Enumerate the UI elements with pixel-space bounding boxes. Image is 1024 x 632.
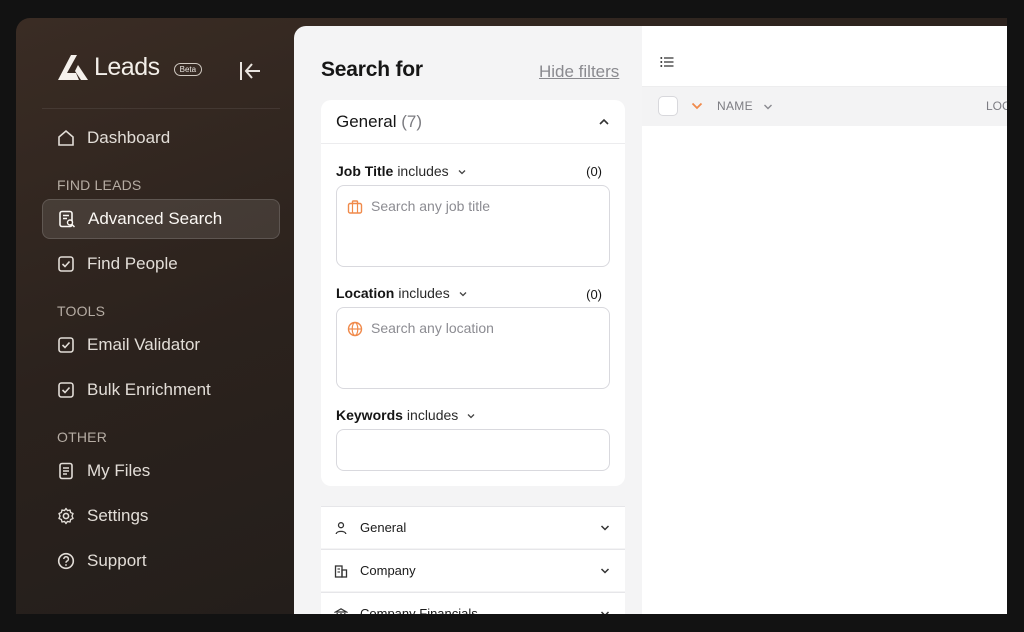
keywords-label[interactable]: Keywords includes xyxy=(336,407,476,423)
collapse-sidebar-icon[interactable] xyxy=(238,60,262,82)
sidebar-item-email-validator[interactable]: Email Validator xyxy=(42,325,280,365)
select-all-checkbox[interactable] xyxy=(658,96,678,116)
sidebar-item-dashboard[interactable]: Dashboard xyxy=(42,118,280,158)
filter-section-label: Company xyxy=(360,563,416,578)
filter-section-company[interactable]: Company xyxy=(321,549,625,591)
sidebar-item-advanced-search[interactable]: Advanced Search xyxy=(42,199,280,239)
globe-icon xyxy=(347,321,363,337)
location-label-text: Location xyxy=(336,285,395,301)
hide-filters-link[interactable]: Hide filters xyxy=(539,62,619,82)
sidebar-item-find-people[interactable]: Find People xyxy=(42,244,280,284)
person-icon xyxy=(335,521,347,534)
general-card-title: General (7) xyxy=(336,112,422,132)
location-label[interactable]: Location includes xyxy=(336,285,468,301)
chevron-down-icon[interactable] xyxy=(690,100,704,112)
keywords-input[interactable] xyxy=(336,429,610,471)
list-view-icon[interactable] xyxy=(660,56,674,68)
filters-title: Search for xyxy=(321,58,423,81)
job-title-count: (0) xyxy=(586,164,602,179)
bank-icon xyxy=(334,607,348,614)
location-mode: includes xyxy=(398,285,450,301)
beta-badge: Beta xyxy=(173,62,203,76)
sidebar-item-label: Email Validator xyxy=(87,335,201,354)
filter-section-label: General xyxy=(360,520,407,535)
briefcase-icon xyxy=(347,200,363,214)
general-filter-card: General (7) Job Title includes (0) Searc… xyxy=(321,100,625,486)
sidebar-item-label: Dashboard xyxy=(87,128,171,147)
job-title-label[interactable]: Job Title includes xyxy=(336,163,467,179)
general-card-count: (7) xyxy=(401,112,422,131)
building-icon xyxy=(334,564,348,578)
chevron-down-icon xyxy=(600,568,610,574)
sidebar-item-my-files[interactable]: My Files xyxy=(42,451,280,491)
keywords-mode: includes xyxy=(406,407,459,423)
chevron-down-icon xyxy=(459,292,467,297)
app-window: Leads Beta Dashboard FIND LEADS Advanced… xyxy=(16,18,1007,614)
results-panel: NAME LOC xyxy=(642,26,1007,614)
job-title-placeholder: Search any job title xyxy=(371,198,491,214)
job-title-label-text: Job Title xyxy=(336,163,394,179)
brand-name: Leads xyxy=(94,52,160,81)
leads-logo-icon xyxy=(58,55,88,80)
filter-section-general[interactable]: General xyxy=(321,506,625,548)
section-label-find-leads: FIND LEADS xyxy=(57,177,142,193)
file-icon xyxy=(59,462,73,480)
home-icon xyxy=(58,129,74,146)
brand: Leads Beta xyxy=(56,52,203,82)
chevron-down-icon[interactable] xyxy=(762,101,774,113)
gear-icon xyxy=(58,507,74,525)
location-count: (0) xyxy=(586,287,602,302)
general-card-title-text: General xyxy=(336,112,397,131)
chevron-down-icon xyxy=(458,170,466,175)
sidebar-item-support[interactable]: Support xyxy=(42,541,280,581)
sidebar-item-label: Support xyxy=(87,551,147,570)
sidebar-item-label: Find People xyxy=(87,254,178,273)
sidebar-item-bulk-enrichment[interactable]: Bulk Enrichment xyxy=(42,370,280,410)
section-label-tools: TOOLS xyxy=(57,303,106,319)
section-label-other: OTHER xyxy=(57,429,107,445)
location-input[interactable]: Search any location xyxy=(336,307,610,389)
chevron-down-icon xyxy=(467,414,475,419)
general-card-header[interactable]: General (7) xyxy=(321,100,625,144)
chevron-down-icon xyxy=(600,611,610,614)
job-title-mode: includes xyxy=(397,163,449,179)
column-header-name[interactable]: NAME xyxy=(717,99,753,113)
checklist-icon xyxy=(58,337,74,353)
sidebar-divider xyxy=(42,108,280,109)
sidebar: Leads Beta Dashboard FIND LEADS Advanced… xyxy=(16,18,294,614)
keywords-label-text: Keywords xyxy=(336,407,403,423)
filters-panel: Search for Hide filters General (7) Job … xyxy=(294,26,642,614)
checklist-icon xyxy=(58,382,74,398)
sidebar-item-label: Bulk Enrichment xyxy=(87,380,211,399)
filter-section-company-financials[interactable]: Company Financials xyxy=(321,592,625,614)
results-table-header: NAME LOC xyxy=(642,86,1007,126)
sidebar-item-settings[interactable]: Settings xyxy=(42,496,280,536)
chevron-up-icon[interactable] xyxy=(597,115,611,129)
chevron-down-icon xyxy=(600,525,610,531)
help-circle-icon xyxy=(57,552,75,570)
job-title-input[interactable]: Search any job title xyxy=(336,185,610,267)
sidebar-item-label: Advanced Search xyxy=(88,209,223,228)
sidebar-item-label: Settings xyxy=(87,506,149,525)
sidebar-item-label: My Files xyxy=(87,461,151,480)
filter-section-label: Company Financials xyxy=(360,606,478,614)
location-placeholder: Search any location xyxy=(371,320,494,336)
checklist-icon xyxy=(58,256,74,272)
search-document-icon xyxy=(59,210,76,228)
column-header-location[interactable]: LOC xyxy=(986,99,1007,113)
